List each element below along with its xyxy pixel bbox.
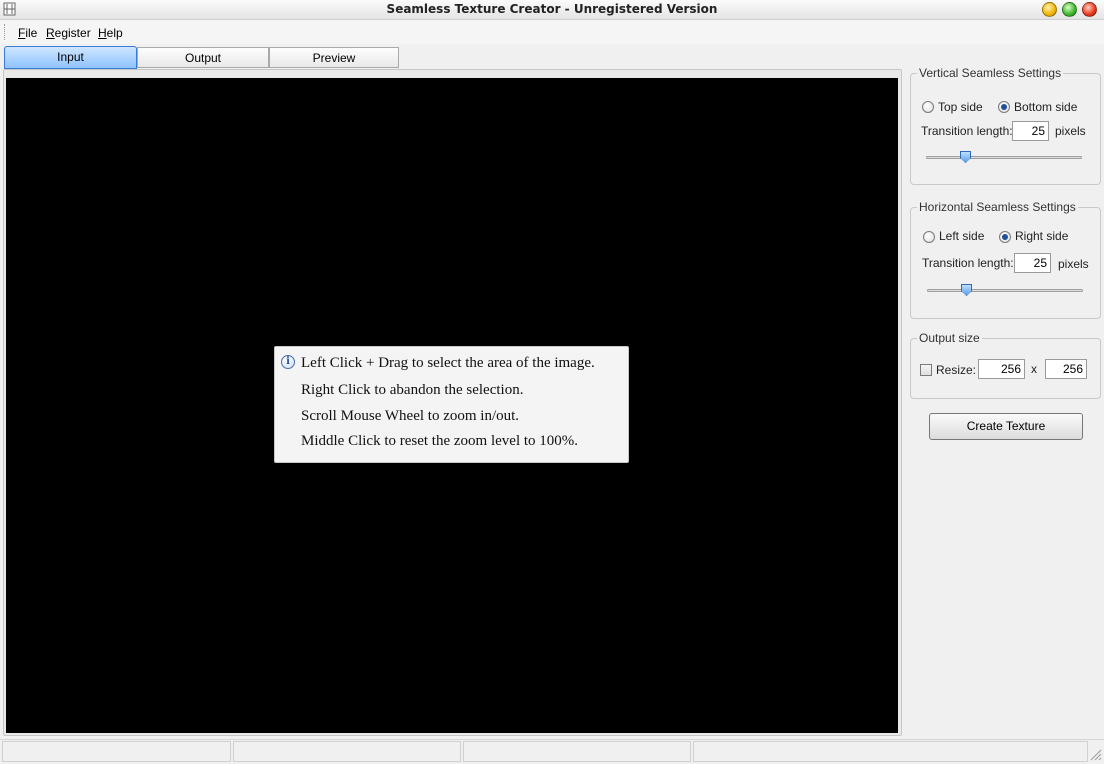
resize-label[interactable]: Resize:: [936, 363, 976, 377]
output-height-input[interactable]: 256: [1045, 359, 1087, 379]
radio-bottom-side-label[interactable]: Bottom side: [1014, 100, 1077, 114]
create-texture-button[interactable]: Create Texture: [929, 413, 1083, 440]
output-width-input[interactable]: 256: [978, 359, 1025, 379]
radio-right-side-label[interactable]: Right side: [1015, 229, 1068, 243]
menu-grip: [4, 24, 7, 40]
tooltip-line: Right Click to abandon the selection.: [301, 382, 524, 398]
menu-register[interactable]: Register: [46, 26, 91, 40]
radio-left-side-label[interactable]: Left side: [939, 229, 984, 243]
menu-help[interactable]: Help: [98, 26, 123, 40]
status-pane: [233, 741, 461, 762]
window-title: Seamless Texture Creator - Unregistered …: [386, 2, 718, 16]
minimize-icon[interactable]: [1042, 2, 1057, 17]
radio-bottom-side[interactable]: [998, 101, 1010, 113]
menu-bar: [0, 20, 1104, 44]
vertical-transition-label: Transition length:: [921, 124, 1013, 138]
horizontal-unit-label: pixels: [1058, 257, 1089, 271]
vertical-settings-title: Vertical Seamless Settings: [917, 66, 1064, 80]
status-pane: [463, 741, 691, 762]
tab-input[interactable]: Input: [4, 46, 137, 69]
radio-left-side[interactable]: [923, 231, 935, 243]
resize-grip-icon[interactable]: [1088, 747, 1102, 761]
status-pane: [2, 741, 231, 762]
info-icon: i: [281, 355, 295, 369]
horizontal-transition-input[interactable]: 25: [1014, 253, 1051, 273]
tooltip-line: Left Click + Drag to select the area of …: [301, 355, 595, 371]
vertical-transition-input[interactable]: 25: [1012, 121, 1049, 141]
horizontal-settings-title: Horizontal Seamless Settings: [917, 200, 1078, 214]
size-separator: x: [1031, 362, 1037, 376]
output-size-title: Output size: [917, 331, 982, 345]
close-icon[interactable]: [1082, 2, 1097, 17]
tab-preview[interactable]: Preview: [269, 47, 399, 68]
status-pane: [693, 741, 1088, 762]
horizontal-slider-track[interactable]: [927, 289, 1083, 292]
tooltip-line: Scroll Mouse Wheel to zoom in/out.: [301, 408, 520, 424]
tooltip-line: Middle Click to reset the zoom level to …: [301, 433, 579, 449]
menu-file[interactable]: File: [18, 26, 37, 40]
vertical-slider-track[interactable]: [926, 156, 1082, 159]
vertical-unit-label: pixels: [1055, 124, 1086, 138]
horizontal-transition-label: Transition length:: [922, 256, 1014, 270]
resize-checkbox[interactable]: [920, 364, 932, 376]
radio-top-side-label[interactable]: Top side: [938, 100, 983, 114]
radio-top-side[interactable]: [922, 101, 934, 113]
maximize-icon[interactable]: [1062, 2, 1077, 17]
radio-right-side[interactable]: [999, 231, 1011, 243]
tab-output[interactable]: Output: [137, 47, 269, 68]
